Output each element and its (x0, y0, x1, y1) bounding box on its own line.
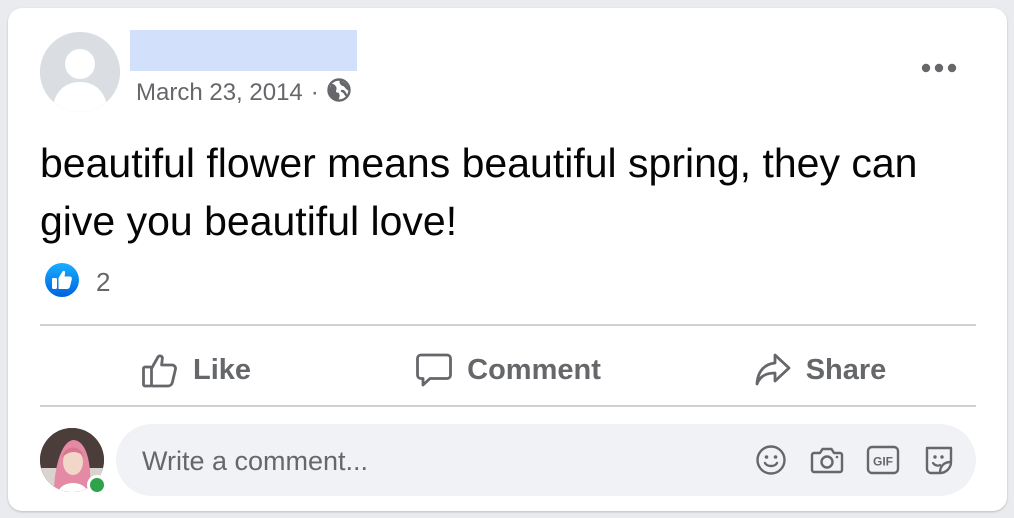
composer-tools: GIF (754, 424, 956, 496)
more-options-button[interactable] (915, 50, 963, 86)
post-meta: March 23, 2014 · (136, 77, 351, 109)
comment-composer: GIF (116, 424, 976, 498)
post-card: March 23, 2014 · beautiful flower means … (8, 8, 1007, 511)
divider-bottom (40, 405, 976, 407)
author-name[interactable] (130, 30, 357, 71)
comment-button[interactable]: Comment (352, 333, 664, 407)
sticker-icon[interactable] (922, 443, 956, 477)
default-avatar-icon (40, 32, 120, 112)
comment-bubble-icon (416, 353, 453, 387)
thumbs-up-icon (142, 354, 177, 388)
author-avatar[interactable] (40, 32, 120, 112)
svg-text:GIF: GIF (873, 455, 893, 469)
gif-icon[interactable]: GIF (866, 443, 900, 477)
share-label: Share (805, 353, 887, 386)
current-user-avatar[interactable] (40, 428, 107, 495)
meta-separator: · (310, 79, 319, 106)
more-dots-icon (921, 63, 957, 73)
reactions-summary[interactable]: 2 (44, 262, 111, 303)
comment-label: Comment (467, 353, 601, 386)
post-actions: Like Comment Share (40, 333, 976, 407)
like-reaction-icon (44, 262, 80, 303)
divider-top (40, 324, 976, 326)
like-label: Like (192, 353, 252, 386)
camera-icon[interactable] (810, 443, 844, 477)
share-button[interactable]: Share (664, 333, 976, 407)
online-status-dot (87, 475, 107, 495)
post-text: beautiful flower means beautiful spring,… (40, 140, 918, 244)
reaction-count: 2 (96, 266, 111, 297)
share-arrow-icon (755, 353, 791, 386)
comment-input[interactable] (140, 424, 724, 498)
post-date[interactable]: March 23, 2014 (136, 79, 303, 107)
globe-icon (327, 77, 351, 109)
like-button[interactable]: Like (40, 333, 352, 407)
emoji-icon[interactable] (754, 443, 788, 477)
